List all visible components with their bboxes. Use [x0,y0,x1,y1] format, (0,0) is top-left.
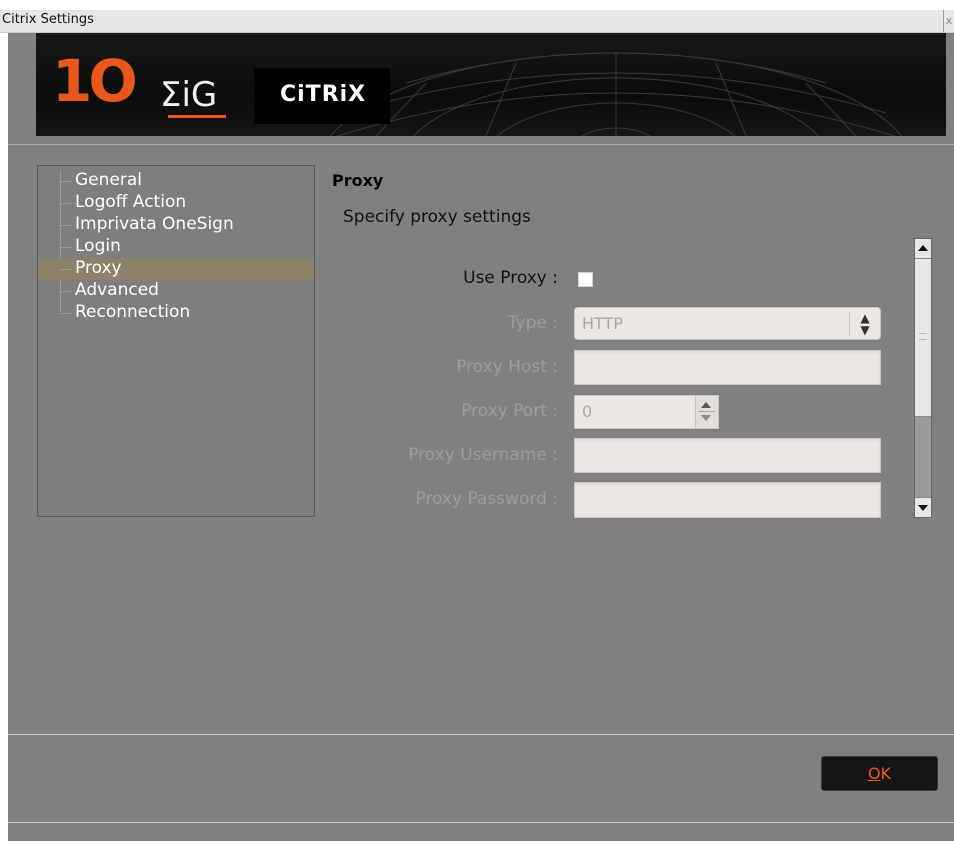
scroll-down-button[interactable] [915,497,931,517]
citrix-logo-text: CiTRiX [280,82,367,107]
sidebar-item-login[interactable]: Login [38,236,314,258]
proxy-type-value: HTTP [582,314,623,333]
ok-label-rest: K [880,764,892,783]
sidebar-item-label: Advanced [75,280,159,300]
page-description: Specify proxy settings [343,207,531,227]
chevron-updown-icon: ▲ ▼ [849,312,880,336]
sidebar-item-label: Login [75,236,121,256]
sidebar-item-label: Logoff Action [75,192,187,212]
spin-divider [698,411,715,412]
tree-branch-line [60,313,72,314]
ok-button[interactable]: OK [821,756,938,791]
tree-branch-line [60,269,72,270]
sidebar-item-reconnection[interactable]: Reconnection [38,302,314,324]
proxy-host-input[interactable] [574,350,881,385]
sidebar-item-label: Imprivata OneSign [75,214,234,234]
citrix-logo: CiTRiX [254,68,390,124]
vertical-scrollbar[interactable] [914,238,932,518]
type-label: Type : [507,313,558,333]
proxy-username-label: Proxy Username : [408,445,558,465]
proxy-host-label: Proxy Host : [456,357,558,377]
decrement-icon[interactable] [701,415,711,421]
sidebar-item-label: Reconnection [75,302,191,322]
settings-nav-tree: General Logoff Action Imprivata OneSign … [37,165,315,517]
use-proxy-checkbox[interactable] [578,272,593,287]
sidebar-item-imprivata-onesign[interactable]: Imprivata OneSign [38,214,314,236]
proxy-username-input[interactable] [574,438,881,473]
close-icon[interactable]: x [943,10,954,32]
proxy-password-input[interactable] [574,482,881,518]
arrow-up-icon [918,245,928,251]
spin-buttons[interactable] [695,396,718,428]
footer-divider [8,734,954,735]
proxy-password-label: Proxy Password : [415,489,558,509]
tree-branch-line [60,291,72,292]
arrow-down-icon [918,505,928,511]
tree-branch-line [60,203,72,204]
sidebar-item-general[interactable]: General [38,170,314,192]
sidebar-item-logoff-action[interactable]: Logoff Action [38,192,314,214]
page-title: Proxy [332,171,384,190]
window-title: Citrix Settings [2,12,94,27]
ok-accelerator: O [867,764,881,783]
divider [8,144,954,145]
bottom-divider [8,822,954,823]
header-banner: 1O ΣiG CiTRiX [36,33,946,136]
10zig-logo-suffix: ΣiG [160,75,218,115]
sidebar-item-label: General [75,170,142,190]
grip-icon [919,333,927,340]
proxy-port-label: Proxy Port : [461,401,558,421]
tree-branch-line [60,225,72,226]
sidebar-item-advanced[interactable]: Advanced [38,280,314,302]
proxy-port-value: 0 [582,402,593,421]
proxy-type-select[interactable]: HTTP ▲ ▼ [574,307,881,340]
scroll-thumb[interactable] [915,259,931,417]
settings-window: 1O ΣiG CiTRiX General Logoff Action Impr… [8,33,954,841]
scroll-up-button[interactable] [915,239,931,259]
10zig-logo-number: 1O [52,47,138,115]
proxy-port-stepper[interactable]: 0 [574,395,719,429]
sidebar-item-label: Proxy [75,258,122,278]
sidebar-item-proxy[interactable]: Proxy [38,258,314,280]
use-proxy-label: Use Proxy : [463,268,558,288]
tree-branch-line [60,247,72,248]
window-titlebar: Citrix Settings x [0,10,954,33]
tree-branch-line [60,181,72,182]
increment-icon[interactable] [701,402,711,408]
logo-underline [168,115,226,118]
